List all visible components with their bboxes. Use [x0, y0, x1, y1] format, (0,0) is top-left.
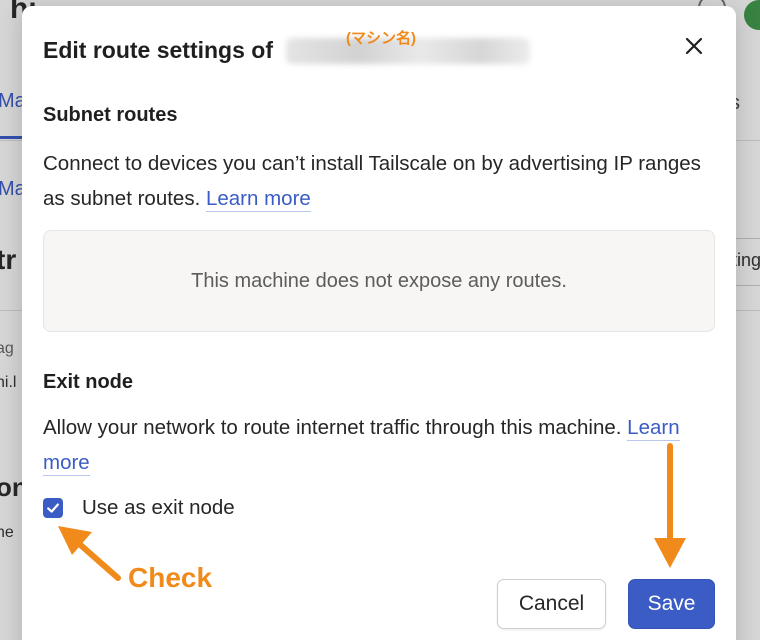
- exit-node-checkbox-row[interactable]: Use as exit node: [43, 494, 235, 522]
- subnet-description-text: Connect to devices you can’t install Tai…: [43, 152, 701, 210]
- machine-name-annotation: (マシン名): [346, 30, 416, 47]
- close-button[interactable]: [676, 28, 712, 64]
- exit-node-heading: Exit node: [43, 371, 134, 393]
- subnet-routes-description: Connect to devices you can’t install Tai…: [43, 146, 713, 216]
- routes-empty-state: This machine does not expose any routes.: [43, 230, 715, 332]
- edit-route-settings-dialog: Edit route settings of (マシン名) Subnet rou…: [22, 6, 736, 640]
- save-button[interactable]: Save: [628, 579, 715, 629]
- check-annotation-label: Check: [128, 562, 213, 593]
- exit-node-description: Allow your network to route internet tra…: [43, 410, 713, 480]
- subnet-learn-more-link[interactable]: Learn more: [205, 187, 311, 212]
- subnet-routes-heading: Subnet routes: [43, 104, 178, 126]
- routes-empty-text: This machine does not expose any routes.: [191, 269, 567, 292]
- use-as-exit-node-label[interactable]: Use as exit node: [82, 496, 235, 520]
- cancel-button[interactable]: Cancel: [497, 579, 606, 629]
- close-icon: [685, 37, 703, 55]
- use-as-exit-node-checkbox[interactable]: [43, 498, 63, 518]
- dialog-title: Edit route settings of: [43, 37, 273, 63]
- exit-node-description-text: Allow your network to route internet tra…: [43, 416, 622, 439]
- checkmark-icon: [47, 503, 59, 513]
